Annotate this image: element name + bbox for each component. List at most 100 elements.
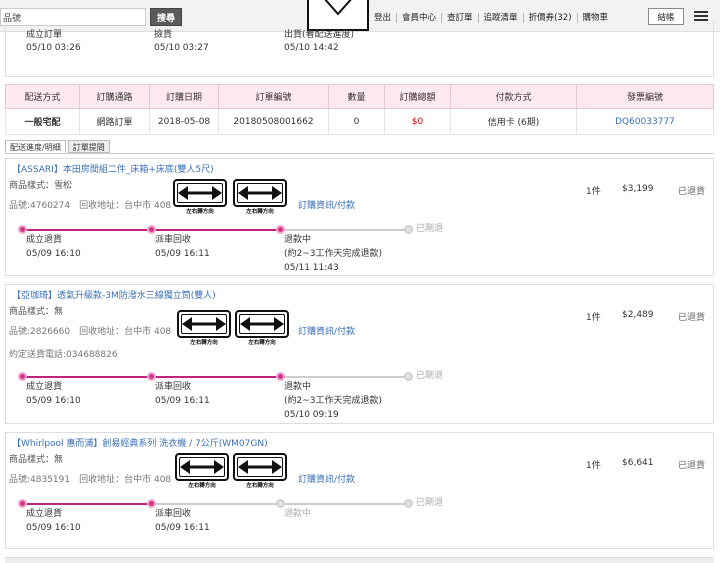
step-label: 退款中 [284,509,312,519]
item-phone: 約定送貨電話:034688826 [9,350,118,360]
col-order-no: 訂單編號 [218,84,329,109]
invoice-link[interactable]: DQ60033777 [576,108,714,135]
progress-step: 已剛退 [416,222,443,236]
item-product-info: 品號:2826660 回收地址：台中市 408 [9,327,172,337]
sign-caption: 左右轉方向 [246,209,274,215]
order-info-link[interactable]: 訂購資訊/付款 [298,472,355,485]
step-label: 退款中 [284,382,312,392]
status-label: 成立訂單 [26,30,63,40]
step-label: 成立退貨 [26,235,63,245]
status-date: 05/10 14:42 [284,43,339,53]
step-label: 退款中 [284,235,312,245]
item-style: 商品樣式：雪松 [9,181,73,191]
step-label: 派車回收 [155,509,192,519]
item-price: $2,489 [622,310,654,320]
order-status-box: 成立訂單 05/10 03:26 撿貨 05/10 03:27 出貨(看配送進度… [5,20,714,77]
progress-step: 成立退貨 05/09 16:10 [26,507,81,535]
progress-step-dot [404,499,413,508]
cell-delivery: 一般宅配 [5,108,80,135]
progress-step: 退款中 (約2~3工作天完成退款) 05/11 11:43 [284,233,382,275]
progress-step: 派車回收 05/09 16:11 [155,233,210,261]
col-qty: 數量 [328,84,385,109]
item-qty: 1件 [586,313,601,323]
progress-line-inactive [280,376,408,378]
status-step-2: 撿貨 05/10 03:27 [154,29,209,55]
step-date: 05/09 16:10 [26,396,81,406]
progress-step: 已剛退 [416,496,443,510]
item-style: 商品樣式：無 [9,307,64,317]
order-item: 【ASSARI】本田房間組二件_床箱+床底(雙人5尺) 商品樣式：雪松品號:476… [5,158,714,276]
order-info-link[interactable]: 訂購資訊/付款 [298,198,355,211]
sign-caption: 左右轉方向 [186,209,214,215]
step-label: 成立退貨 [26,382,63,392]
progress-step-dot [404,225,413,234]
item-price: $3,199 [622,184,654,194]
item-product-info: 品號:4835191 回收地址：台中市 408 [9,475,172,485]
cell-channel: 網路訂單 [79,108,150,135]
status-label: 撿貨 [154,30,173,40]
progress-step: 成立退貨 05/09 16:10 [26,380,81,408]
col-date: 訂購日期 [149,84,219,109]
col-payment: 付款方式 [450,84,577,109]
cell-payment: 信用卡 (6期) [450,108,577,135]
turn-arrow-sign-icon: 左右轉方向 [175,453,229,489]
step-label: 已剛退 [416,498,444,508]
progress-step: 已剛退 [416,369,443,383]
item-title-link[interactable]: 【ASSARI】本田房間組二件_床箱+床底(雙人5尺) [12,162,214,175]
item-status: 已退貨 [678,461,706,471]
table-header-row: 配送方式 訂購通路 訂購日期 訂單編號 數量 訂購總額 付款方式 發票編號 [5,84,714,109]
sign-caption: 左右轉方向 [248,340,276,346]
progress-step: 成立退貨 05/09 16:10 [26,233,81,261]
step-label: 成立退貨 [26,509,63,519]
status-step-1: 成立訂單 05/10 03:26 [26,29,81,55]
order-summary-table: 配送方式 訂購通路 訂購日期 訂單編號 數量 訂購總額 付款方式 發票編號 一般… [5,84,714,135]
tab-order-question[interactable]: 訂單提問 [67,140,110,153]
order-info-link[interactable]: 訂購資訊/付款 [298,324,355,337]
cell-total: $0 [384,108,451,135]
turn-arrow-sign-icon: 左右轉方向 [177,310,231,346]
item-price: $6,641 [622,458,654,468]
cell-qty: 0 [328,108,385,135]
order-item: 【亞珈琦】透氣升級款-3M防潑水三線獨立筒(雙人) 商品樣式：無品號:282666… [5,284,714,424]
step-label: 已剛退 [416,371,444,381]
step-date: 05/09 16:10 [26,249,81,259]
status-step-3[interactable]: 出貨(看配送進度) 05/10 14:42 [284,29,354,55]
col-delivery: 配送方式 [5,84,80,109]
progress-step: 退款中 (約2~3工作天完成退款) 05/10 09:19 [284,380,382,422]
item-title-link[interactable]: 【Whirlpool 惠而浦】創易經典系列 洗衣機 / 7公斤(WM07GN) [12,436,268,449]
progress-step: 退款中 [284,507,311,521]
step-date: 05/09 16:11 [155,523,210,533]
item-style: 商品樣式：無 [9,455,64,465]
cell-order-no: 20180508001662 [218,108,329,135]
col-invoice: 發票編號 [576,84,714,109]
progress-step-dot [404,372,413,381]
tab-divider [5,153,714,154]
item-status: 已退貨 [678,187,706,197]
sign-caption: 左右轉方向 [188,483,216,489]
step-date: 05/09 16:10 [26,523,81,533]
step-date: (約2~3工作天完成退款) [284,249,383,259]
item-product-info: 品號:4760274 回收地址：台中市 408 [9,201,172,211]
cell-date: 2018-05-08 [149,108,219,135]
bottom-strip [5,557,714,563]
item-title-link[interactable]: 【亞珈琦】透氣升級款-3M防潑水三線獨立筒(雙人) [12,288,216,301]
item-status: 已退貨 [678,313,706,323]
turn-arrow-sign-icon: 左右轉方向 [173,179,227,215]
step-label: 派車回收 [155,235,192,245]
step-extra: 05/11 11:43 [284,263,339,273]
detail-tabs: 配送進度/明細 訂單提問 [5,140,112,154]
progress-step: 派車回收 05/09 16:11 [155,380,210,408]
sign-caption: 左右轉方向 [246,483,274,489]
tab-delivery-detail[interactable]: 配送進度/明細 [5,140,66,153]
table-row: 一般宅配 網路訂單 2018-05-08 20180508001662 0 $0… [5,108,714,135]
status-label[interactable]: 出貨(看配送進度) [284,29,354,42]
progress-line-active [22,503,151,505]
progress-line-inactive [280,229,408,231]
step-date: (約2~3工作天完成退款) [284,396,383,406]
step-label: 已剛退 [416,224,444,234]
item-qty: 1件 [586,461,601,471]
col-channel: 訂購通路 [79,84,150,109]
status-date: 05/10 03:26 [26,43,81,53]
item-qty: 1件 [586,187,601,197]
step-extra: 05/10 09:19 [284,410,339,420]
